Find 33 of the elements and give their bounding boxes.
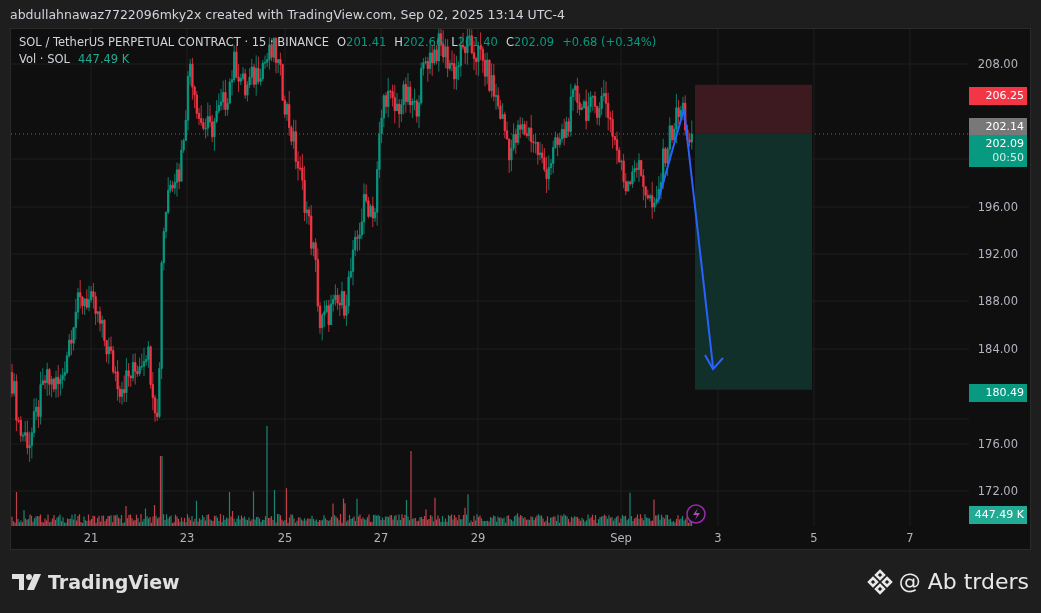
- logo-icon: [12, 573, 42, 590]
- diamond-logo-icon: [866, 568, 893, 595]
- price-label: 447.49 K: [969, 506, 1027, 524]
- time-tick: 29: [470, 531, 486, 545]
- time-tick: 5: [810, 531, 818, 545]
- brand-name: TradingView: [48, 570, 180, 593]
- time-tick: 23: [179, 531, 195, 545]
- price-label: 202.14: [969, 118, 1027, 136]
- time-tick: 3: [714, 531, 722, 545]
- price-tick: 192.00: [977, 247, 1018, 261]
- time-tick: Sep: [610, 531, 632, 545]
- price-tick: 172.00: [977, 484, 1018, 498]
- price-label: 202.09 00:50: [969, 135, 1027, 167]
- price-tick: 188.00: [977, 294, 1018, 308]
- price-tick: 176.00: [977, 437, 1018, 451]
- time-tick: 27: [373, 531, 389, 545]
- price-label: 180.49: [969, 384, 1027, 402]
- time-tick: 25: [277, 531, 293, 545]
- price-change: +0.68 (+0.34%): [562, 35, 657, 49]
- ohlc-value: O201.41: [337, 35, 387, 49]
- author-name: @ Ab trders: [898, 569, 1029, 594]
- time-tick: 21: [83, 531, 99, 545]
- time-tick: 7: [906, 531, 914, 545]
- volume-value: 447.49 K: [77, 52, 130, 66]
- ohlc-value: C202.09: [505, 35, 555, 49]
- price-tick: 184.00: [977, 342, 1018, 356]
- symbol-title: SOL / TetherUS PERPETUAL CONTRACT · 15 · BINANCE: [19, 35, 329, 49]
- price-tick: 196.00: [977, 200, 1018, 214]
- price-tick: 208.00: [977, 57, 1018, 71]
- lightning-icon[interactable]: [686, 504, 706, 524]
- volume-label: Vol · SOL: [19, 52, 70, 66]
- price-label: 206.25: [969, 87, 1027, 105]
- chart-caption: abdullahnawaz7722096mky2x created with TradingView.com, Sep 02, 2025 13:14 UTC-4: [10, 6, 565, 22]
